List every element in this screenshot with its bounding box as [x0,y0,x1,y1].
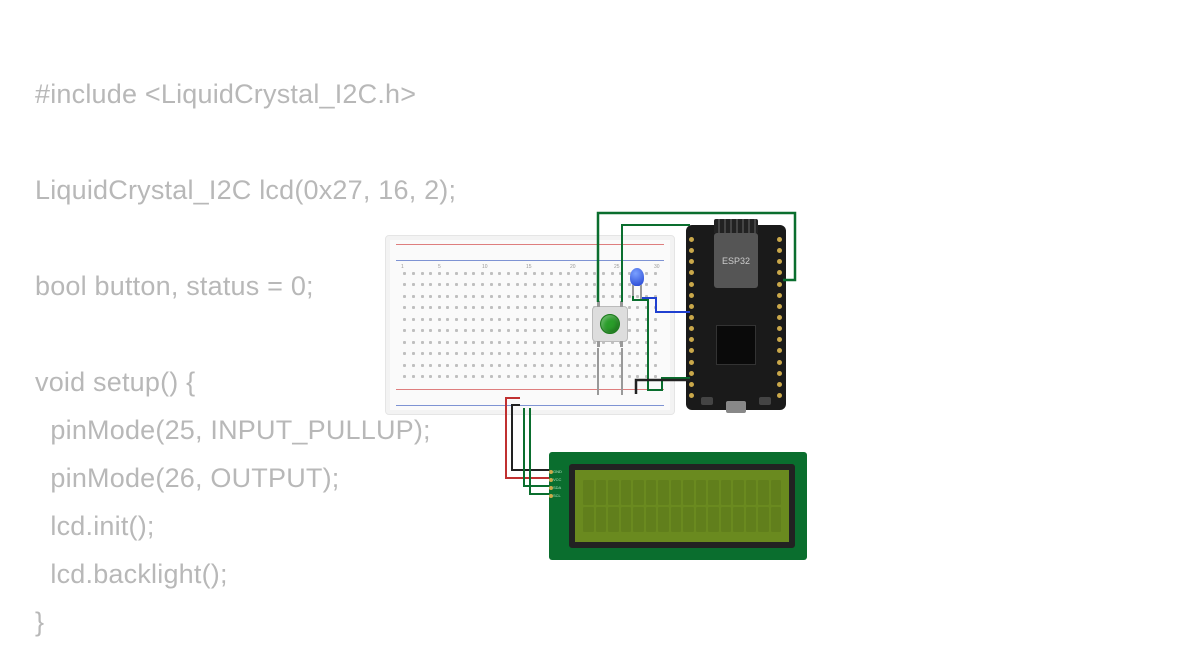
wire-lcd-gnd [512,405,549,470]
wire-gnd-esp [636,380,690,394]
esp32-usb [726,401,746,413]
bb-col-15: 15 [526,264,532,270]
esp32-antenna [714,219,758,233]
wire-lcd-sda [524,408,549,486]
lcd-pin-vcc: VCC [553,476,561,483]
lcd-pin-scl-hole [549,494,553,498]
lcd-pin-scl: SCL [553,492,561,499]
source-code: #include <LiquidCrystal_I2C.h> LiquidCry… [35,70,456,646]
wire-lcd-scl [530,408,549,494]
lcd-pin-gnd: GND [553,468,562,475]
lcd-screen [569,464,795,548]
esp32-chip [716,325,756,365]
bb-col-25: 25 [614,264,620,270]
wire-button-gpio [598,213,795,302]
led-blue [630,268,644,286]
push-button-cap [600,314,620,334]
esp32-boot-button [701,397,713,405]
esp32-pins-left [689,237,695,398]
wire-led-anode [642,298,690,312]
bb-col-20: 20 [570,264,576,270]
lcd-pin-sda-hole [549,486,553,490]
esp32-pins-right [777,237,783,398]
led-anode [640,285,642,299]
led-cathode [632,285,634,297]
bb-col-10: 10 [482,264,488,270]
push-button [592,306,628,342]
lcd-pin-vcc-hole [549,478,553,482]
wire-led-ctrl [622,225,690,302]
lcd-pin-gnd-hole [549,470,553,474]
wire-led-gnd [633,296,690,390]
bb-col-30: 30 [654,264,660,270]
wire-lcd-vcc [506,398,549,478]
esp32-board: ESP32 [686,225,786,410]
lcd-char-grid [583,480,781,532]
esp32-label: ESP32 [722,256,750,266]
lcd-pin-sda: SDA [553,484,561,491]
lcd-16x2: GND VCC SDA SCL [549,452,807,560]
esp32-shield: ESP32 [714,233,758,288]
esp32-en-button [759,397,771,405]
